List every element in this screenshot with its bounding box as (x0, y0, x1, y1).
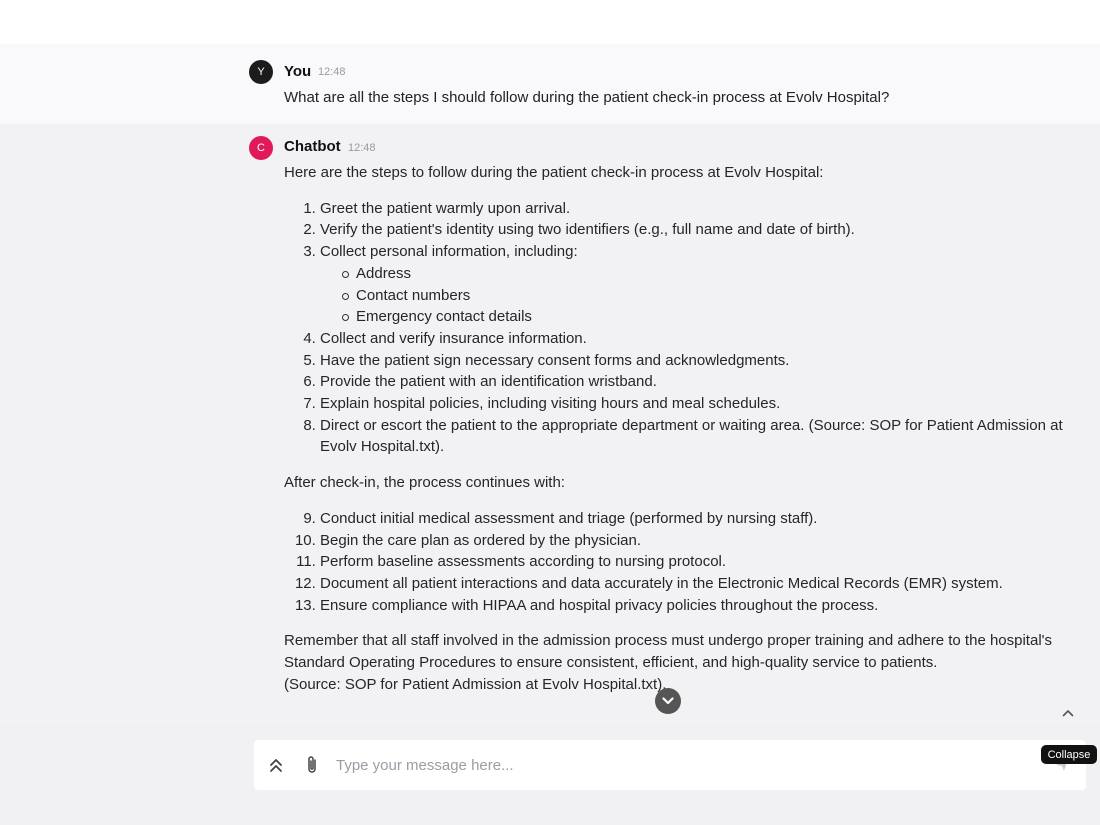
chevron-up-icon (1062, 710, 1074, 717)
chevron-down-icon (662, 697, 674, 705)
list-item: Verify the patient's identity using two … (320, 219, 1084, 241)
list-item: Ensure compliance with HIPAA and hospita… (320, 595, 1084, 617)
double-chevron-up-icon[interactable] (268, 755, 284, 775)
message-input[interactable] (336, 754, 1016, 776)
bot-message-body: Here are the steps to follow during the … (284, 162, 1084, 695)
list-item: Greet the patient warmly upon arrival. (320, 198, 1084, 220)
list-item: Perform baseline assessments according t… (320, 551, 1084, 573)
scroll-down-button[interactable] (655, 688, 681, 714)
bot-sender-name: Chatbot (284, 138, 341, 155)
bot-closing: Remember that all staff involved in the … (284, 632, 1053, 672)
list-item-text: Collect personal information, including: (320, 243, 578, 261)
paperclip-icon[interactable] (304, 754, 320, 776)
steps-after-list: Conduct initial medical assessment and t… (320, 508, 1084, 617)
list-item: Provide the patient with an identificati… (320, 371, 1084, 393)
collapse-button[interactable] (1060, 705, 1076, 721)
list-item: Begin the care plan as ordered by the ph… (320, 530, 1084, 552)
sub-list: Address Contact numbers Emergency contac… (342, 263, 1084, 328)
list-item: Conduct initial medical assessment and t… (320, 508, 1084, 530)
bot-message-time: 12:48 (348, 142, 376, 154)
list-item: Collect personal information, including:… (320, 241, 1084, 328)
list-item: Document all patient interactions and da… (320, 573, 1084, 595)
list-item: Explain hospital policies, including vis… (320, 393, 1084, 415)
user-message (0, 44, 1100, 124)
list-item: Direct or escort the patient to the appr… (320, 415, 1084, 458)
sub-list-item: Address (342, 263, 1084, 285)
top-bar (0, 0, 1100, 44)
user-message-time: 12:48 (318, 66, 346, 78)
steps-list: Greet the patient warmly upon arrival. V… (320, 198, 1084, 458)
user-sender-name: You (284, 63, 312, 80)
user-message-text: What are all the steps I should follow d… (284, 89, 890, 106)
bot-avatar: C (249, 136, 273, 160)
list-item: Collect and verify insurance information… (320, 328, 1084, 350)
bot-continuation: After check-in, the process continues wi… (284, 474, 565, 492)
sub-list-item: Contact numbers (342, 285, 1084, 307)
sub-list-item: Emergency contact details (342, 306, 1084, 328)
bot-closing-source: (Source: SOP for Patient Admission at Ev… (284, 675, 667, 693)
bot-intro: Here are the steps to follow during the … (284, 164, 824, 181)
message-composer (254, 740, 1086, 790)
collapse-tooltip: Collapse (1041, 745, 1097, 764)
user-avatar: Y (249, 60, 273, 84)
list-item: Have the patient sign necessary consent … (320, 350, 1084, 372)
